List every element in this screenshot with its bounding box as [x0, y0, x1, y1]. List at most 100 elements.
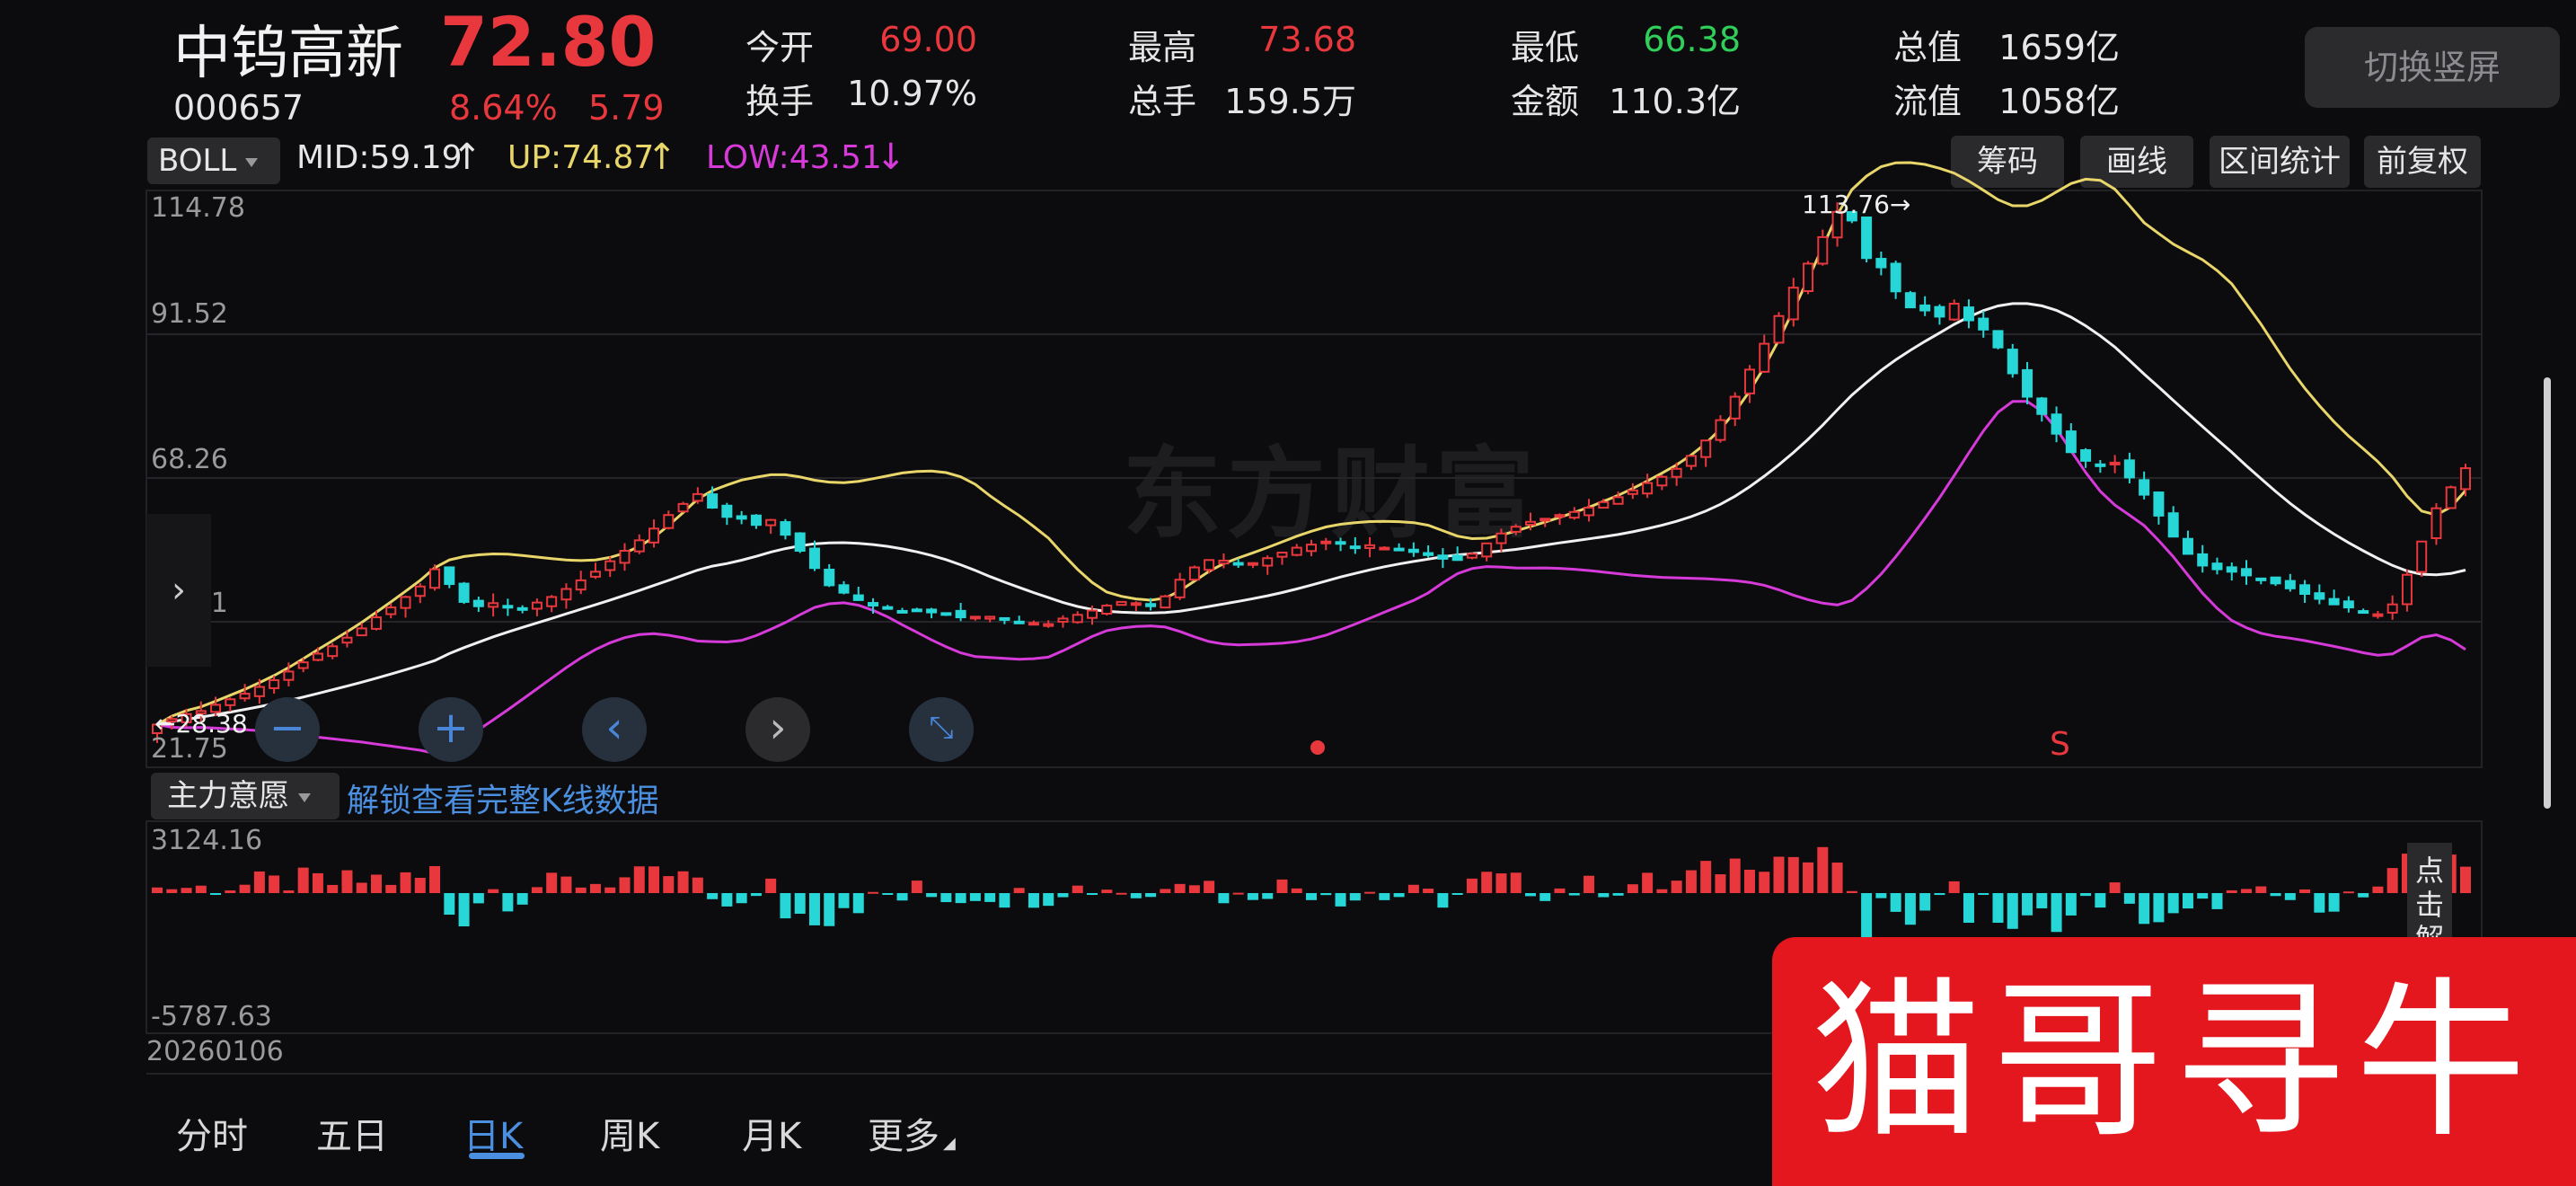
sub-y-min: -5787.63 [151, 1001, 272, 1032]
candle-body [1320, 540, 1332, 544]
tab-five-day[interactable]: 五日 [316, 1107, 388, 1159]
tab-monthly-k[interactable]: 月K [742, 1107, 801, 1159]
candle-body [560, 588, 572, 601]
candle-body [1495, 532, 1507, 544]
left-arrow-icon[interactable]: ‹ [582, 697, 647, 762]
main-force-bar [1875, 893, 1887, 898]
main-force-bar [1846, 890, 1857, 893]
sub-indicator-select[interactable]: 主力意愿 [151, 773, 340, 819]
main-force-bar [1028, 893, 1039, 908]
high-price-marker: 113.76→ [1802, 190, 1910, 219]
candle-body [400, 596, 411, 609]
main-force-bar [896, 893, 908, 901]
main-force-bar [1729, 858, 1741, 893]
main-force-bar [166, 889, 178, 893]
tab-weekly-k[interactable]: 周K [600, 1107, 659, 1159]
main-force-bar [2167, 893, 2179, 914]
main-force-bar [516, 893, 528, 905]
candle-body [2022, 368, 2033, 398]
candle-body [429, 568, 441, 589]
main-force-bar [2022, 893, 2033, 916]
main-force-bar [1349, 893, 1361, 901]
candle-body [896, 609, 908, 614]
candle-body [1160, 595, 1171, 609]
main-force-bar [2080, 893, 2092, 897]
scrollbar[interactable] [2544, 377, 2551, 809]
main-force-bar [882, 893, 894, 895]
candle-body [1948, 302, 1960, 321]
candle-body [721, 504, 733, 518]
main-force-bar [531, 887, 543, 893]
main-force-bar [1072, 885, 1083, 893]
candle-body [502, 605, 514, 609]
candle-body [1524, 520, 1536, 526]
candle-body [1904, 292, 1916, 309]
candles [152, 202, 2471, 743]
candle-body [2095, 463, 2106, 467]
candle-body [341, 636, 353, 644]
main-force-bar [1204, 881, 1215, 893]
unlock-link[interactable]: 解锁查看完整K线数据 [347, 774, 659, 821]
candle-body [2153, 491, 2165, 517]
tab-daily-k[interactable]: 日K [463, 1107, 523, 1159]
zoom-in-icon[interactable]: + [419, 697, 483, 762]
main-force-bar [2007, 893, 2018, 929]
candle-body [2139, 479, 2150, 496]
main-force-bar [1700, 861, 1712, 893]
main-force-bar [414, 878, 426, 893]
candle-body [1276, 552, 1288, 558]
candle-body [1291, 546, 1302, 556]
candle-body [2197, 553, 2209, 567]
main-force-bar [575, 887, 587, 893]
main-force-bars [152, 846, 2471, 949]
tab-intraday[interactable]: 分时 [176, 1107, 248, 1159]
main-force-bar [253, 871, 265, 893]
candle-body [1642, 482, 1654, 495]
candle-body [414, 585, 426, 597]
candle-body [736, 515, 747, 520]
candle-body [1934, 305, 1945, 318]
expand-side-icon[interactable]: › [146, 514, 211, 667]
main-force-bar [1481, 872, 1493, 893]
main-force-bar [2372, 886, 2384, 893]
candle-body [312, 652, 323, 661]
main-force-bar [1803, 862, 1814, 893]
main-force-bar [1188, 885, 1200, 893]
candle-body [2386, 603, 2398, 614]
candle-body [2182, 537, 2193, 555]
candle-body [1627, 489, 1638, 495]
candle-body [2036, 397, 2048, 415]
candle-body [2460, 467, 2471, 491]
main-force-bar [1759, 872, 1770, 893]
tab-more[interactable]: 更多 ◢ [868, 1107, 956, 1159]
main-force-bar [2051, 893, 2062, 933]
candle-body [868, 602, 879, 607]
main-force-bar [2270, 893, 2281, 897]
main-force-bar [560, 876, 572, 893]
main-force-bar [794, 893, 806, 914]
collapse-icon[interactable]: ⤡ [909, 697, 974, 762]
right-arrow-icon[interactable]: › [745, 697, 810, 762]
candle-body [1204, 559, 1215, 571]
candle-body [1423, 552, 1434, 556]
main-force-bar [1087, 893, 1098, 895]
main-force-bar [808, 893, 820, 925]
candle-body [1349, 545, 1361, 550]
candle-body [750, 514, 762, 527]
candle-body [1817, 235, 1829, 265]
main-force-bar [2109, 882, 2121, 893]
main-force-bar [1831, 863, 1843, 893]
candle-body [999, 616, 1010, 621]
signal-dot [1310, 740, 1325, 755]
candle-body [1759, 342, 1770, 373]
main-force-bar [1890, 893, 1901, 912]
candle-body [1451, 554, 1463, 562]
main-force-bar [210, 893, 222, 895]
click-unlock-side-button[interactable]: 点击解 [2407, 843, 2452, 956]
date-label: 20260106 [146, 1036, 284, 1067]
main-force-bar [824, 893, 835, 926]
candle-body [1174, 579, 1186, 598]
zoom-out-icon[interactable]: − [255, 697, 320, 762]
main-force-bar [1451, 893, 1463, 895]
main-force-bar [2211, 893, 2223, 909]
